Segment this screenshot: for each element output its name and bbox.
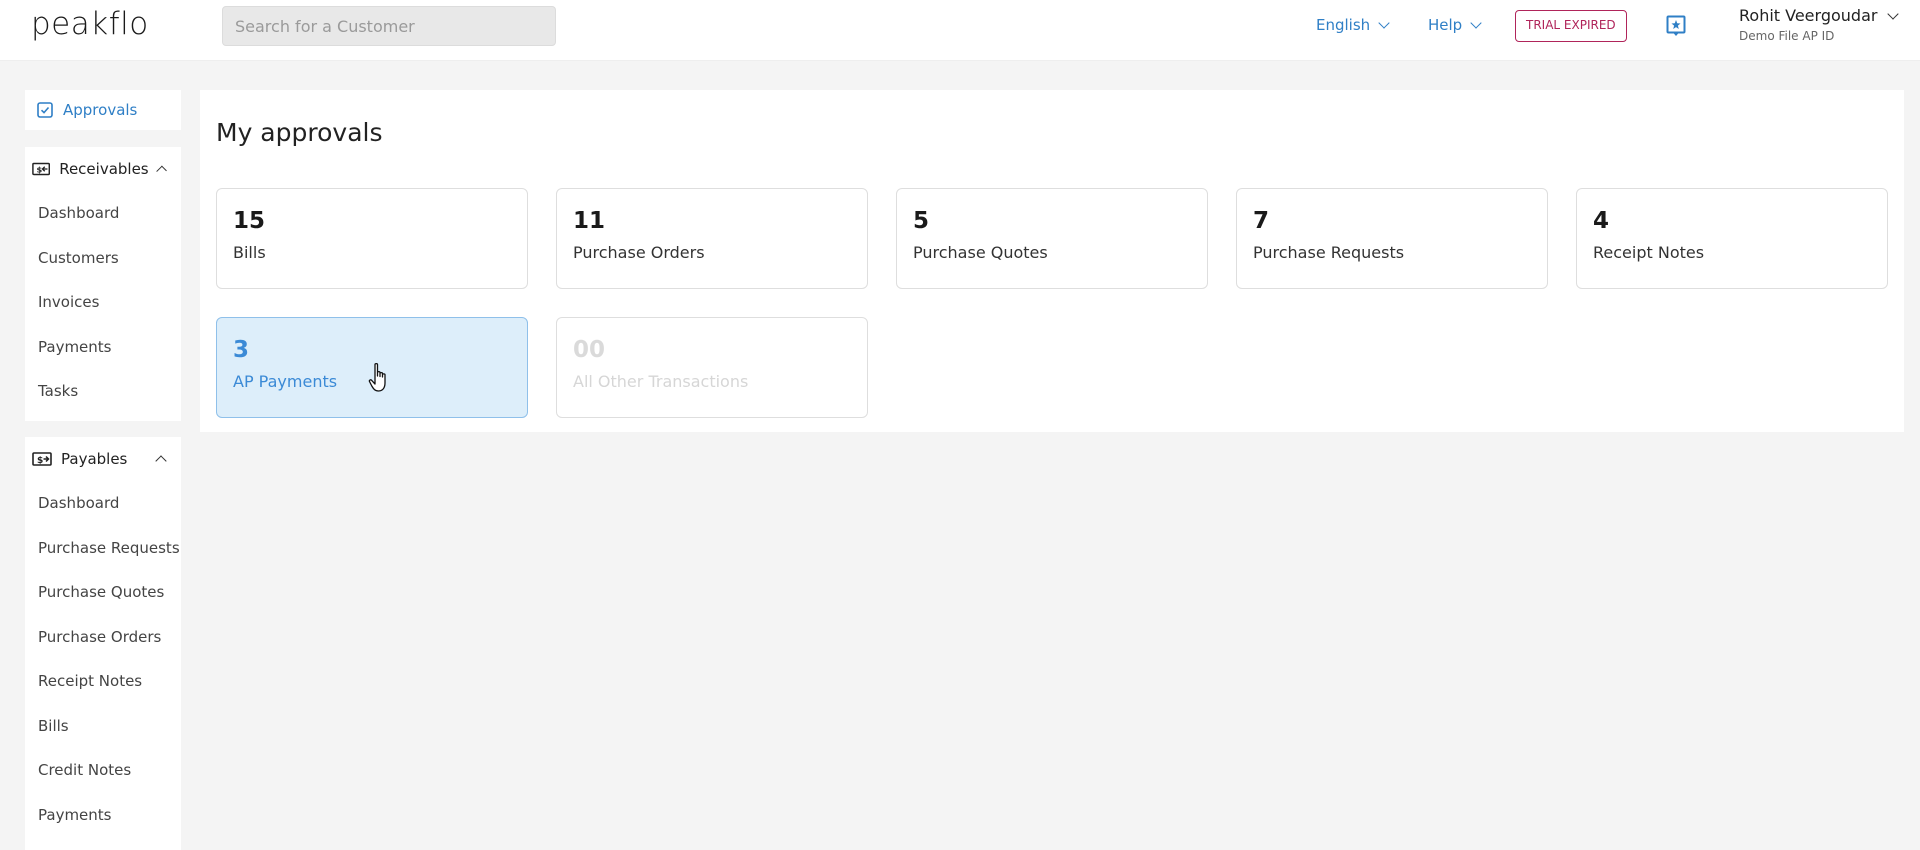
customer-search-input[interactable] — [222, 6, 556, 46]
approval-count: 11 — [573, 208, 606, 234]
language-label: English — [1316, 16, 1371, 34]
sidebar-item-purchase-requests[interactable]: Purchase Requests — [25, 526, 181, 571]
sidebar-group-receivables[interactable]: $ Receivables — [25, 147, 181, 191]
approval-count: 3 — [233, 337, 250, 363]
sidebar-item-approvals[interactable]: Approvals — [25, 90, 181, 130]
approval-count: 00 — [573, 337, 606, 363]
approval-label: Purchase Requests — [1253, 243, 1405, 262]
sidebar-item-receivables-payments[interactable]: Payments — [25, 325, 181, 370]
svg-text:$: $ — [37, 165, 43, 175]
sidebar-group-payables[interactable]: $ Payables — [25, 437, 181, 481]
approvals-panel: My approvals 15 Bills 11 Purchase Orders… — [200, 90, 1904, 432]
trial-expired-badge[interactable]: TRIAL EXPIRED — [1515, 10, 1627, 42]
help-dropdown[interactable]: Help — [1428, 16, 1482, 34]
user-name: Rohit Veergoudar — [1739, 6, 1878, 25]
approval-count: 5 — [913, 208, 930, 234]
sidebar-item-purchase-quotes[interactable]: Purchase Quotes — [25, 570, 181, 615]
approval-count: 15 — [233, 208, 266, 234]
sidebar-item-purchase-orders[interactable]: Purchase Orders — [25, 615, 181, 660]
sidebar-item-bills[interactable]: Bills — [25, 704, 181, 749]
user-account-label: Demo File AP ID — [1739, 29, 1835, 43]
approval-label: Receipt Notes — [1593, 243, 1705, 262]
sidebar-payables-section: $ Payables Dashboard Purchase Requests P… — [25, 437, 181, 850]
language-dropdown[interactable]: English — [1316, 16, 1390, 34]
sidebar-item-credit-notes[interactable]: Credit Notes — [25, 748, 181, 793]
approval-label: All Other Transactions — [573, 372, 749, 391]
sidebar-item-label: Approvals — [63, 101, 138, 119]
sidebar-group-label: Payables — [61, 450, 128, 468]
sidebar-item-tasks[interactable]: Tasks — [25, 369, 181, 414]
chevron-up-icon[interactable] — [155, 165, 167, 177]
money-in-icon: $ — [32, 162, 51, 176]
approval-card-purchase-orders[interactable]: 11 Purchase Orders — [556, 188, 868, 289]
chevron-down-icon — [1470, 17, 1482, 29]
sidebar-group-label: Receivables — [59, 160, 149, 178]
approval-card-bills[interactable]: 15 Bills — [216, 188, 528, 289]
top-header: peakflo English Help TRIAL EXPIRED Rohit… — [0, 0, 1920, 61]
money-out-icon: $ — [32, 452, 52, 466]
approval-card-receipt-notes[interactable]: 4 Receipt Notes — [1576, 188, 1888, 289]
approval-label: Purchase Orders — [573, 243, 705, 262]
chevron-down-icon — [1887, 7, 1900, 20]
svg-text:$: $ — [37, 456, 43, 466]
chevron-up-icon[interactable] — [155, 455, 167, 467]
user-menu[interactable]: Rohit Veergoudar Demo File AP ID — [1739, 6, 1900, 43]
sidebar-receivables-section: $ Receivables Dashboard Customers Invoic… — [25, 147, 181, 421]
peakflo-logo[interactable]: peakflo — [31, 6, 149, 42]
approval-count: 7 — [1253, 208, 1270, 234]
approval-card-purchase-requests[interactable]: 7 Purchase Requests — [1236, 188, 1548, 289]
sidebar-item-payables-payments[interactable]: Payments — [25, 793, 181, 838]
sidebar-item-customers[interactable]: Customers — [25, 236, 181, 281]
approval-card-purchase-quotes[interactable]: 5 Purchase Quotes — [896, 188, 1208, 289]
approval-label: Purchase Quotes — [913, 243, 1048, 262]
approval-count: 4 — [1593, 208, 1610, 234]
sidebar-item-receipt-notes[interactable]: Receipt Notes — [25, 659, 181, 704]
hand-cursor-icon — [368, 362, 386, 392]
chevron-down-icon — [1378, 17, 1390, 29]
approval-label: Bills — [233, 243, 266, 262]
sidebar-item-invoices[interactable]: Invoices — [25, 280, 181, 325]
help-label: Help — [1428, 16, 1463, 34]
approval-card-all-other-transactions: 00 All Other Transactions — [556, 317, 868, 418]
sidebar-item-payables-dashboard[interactable]: Dashboard — [25, 481, 181, 526]
sidebar-item-receivables-dashboard[interactable]: Dashboard — [25, 191, 181, 236]
notification-icon[interactable] — [1666, 15, 1686, 37]
page-title: My approvals — [216, 118, 383, 147]
checkbox-icon — [37, 102, 53, 118]
